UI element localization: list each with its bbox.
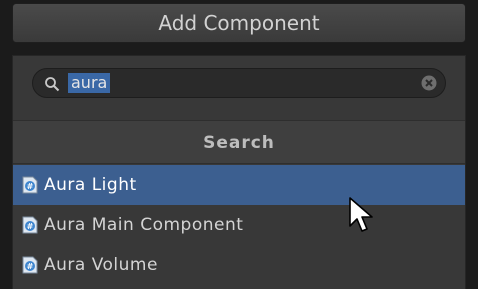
search-icon: [45, 77, 60, 92]
list-item-aura-main-component[interactable]: # Aura Main Component: [13, 205, 465, 245]
list-item-aura-light[interactable]: # Aura Light: [13, 165, 465, 205]
list-item-label: Aura Main Component: [44, 215, 244, 235]
list-item-label: Aura Light: [44, 175, 137, 195]
component-search-panel: aura Search # Aura Light # Aura Main Com…: [12, 55, 466, 289]
svg-text:#: #: [27, 262, 34, 271]
csharp-script-icon: #: [22, 176, 38, 194]
svg-text:#: #: [27, 182, 34, 191]
clear-icon[interactable]: [421, 75, 437, 91]
search-results-list: # Aura Light # Aura Main Component # Aur…: [13, 165, 465, 285]
list-item-aura-volume[interactable]: # Aura Volume: [13, 245, 465, 285]
search-section-header: Search: [13, 120, 465, 164]
search-query-text[interactable]: aura: [68, 73, 111, 93]
list-item-label: Aura Volume: [44, 255, 158, 275]
csharp-script-icon: #: [22, 216, 38, 234]
add-component-button[interactable]: Add Component: [12, 3, 466, 43]
mouse-cursor-icon: [349, 197, 373, 232]
csharp-script-icon: #: [22, 256, 38, 274]
svg-text:#: #: [27, 222, 34, 231]
search-input[interactable]: aura: [32, 68, 446, 98]
